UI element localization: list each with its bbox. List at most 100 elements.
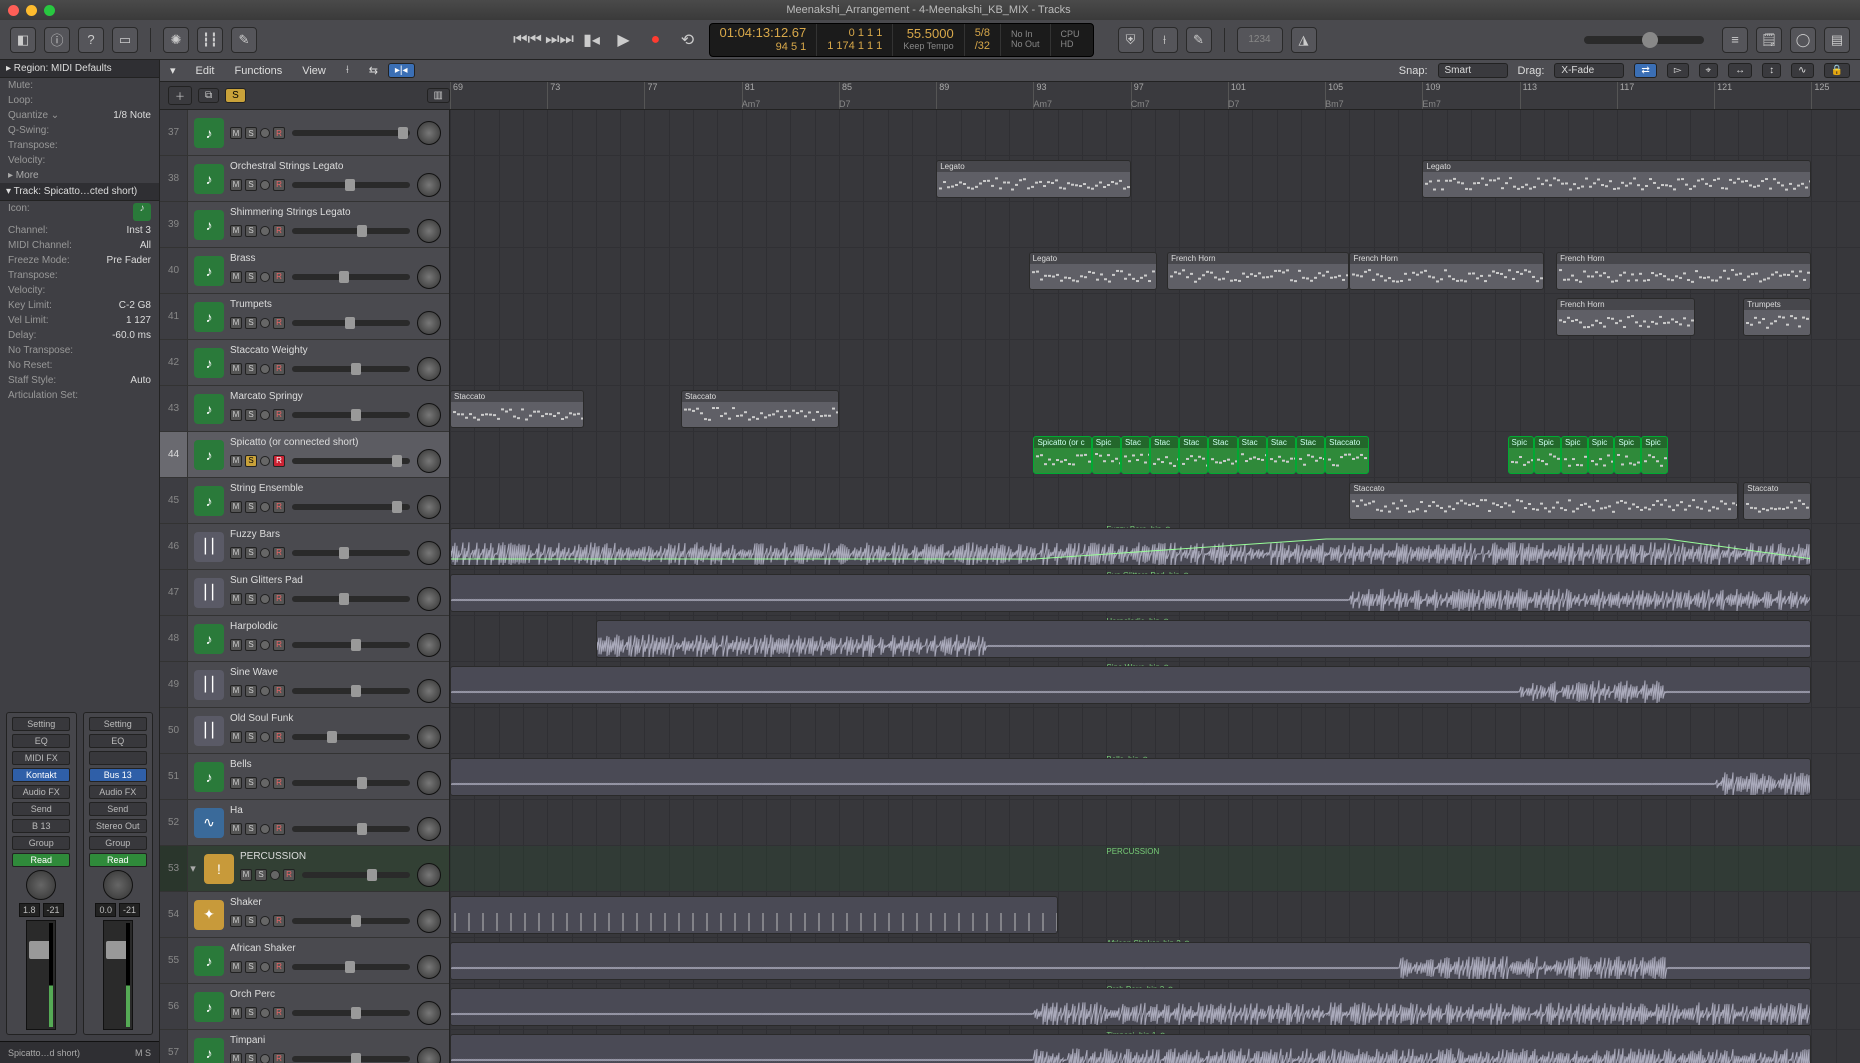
track-header[interactable]: 51 ♪ Bells M S R xyxy=(160,754,449,800)
track-volume-slider[interactable] xyxy=(292,412,410,418)
chs2-setting[interactable]: Setting xyxy=(89,717,147,731)
mute-button[interactable]: M xyxy=(230,547,242,559)
mute-button[interactable]: M xyxy=(230,271,242,283)
chs-midifx[interactable]: MIDI FX xyxy=(12,751,70,765)
replace-button[interactable]: ⛨ xyxy=(1118,27,1144,53)
automation-toggle[interactable]: ⟊ xyxy=(336,64,359,77)
inspector-row[interactable]: Transpose: xyxy=(0,268,159,283)
track-header[interactable]: 39 ♪ Shimmering Strings Legato M S R xyxy=(160,202,449,248)
tool-right[interactable]: ⌖ xyxy=(1699,63,1719,78)
edit-menu[interactable]: Edit xyxy=(186,65,225,77)
record-enable-button[interactable]: R xyxy=(273,271,285,283)
inspector-row[interactable]: Velocity: xyxy=(0,283,159,298)
mixer-button[interactable]: ┇┇ xyxy=(197,27,223,53)
ruler-bar[interactable]: 113 xyxy=(1520,82,1537,109)
track-icon[interactable]: ♪ xyxy=(194,210,224,240)
chs2-midifx[interactable] xyxy=(89,751,147,765)
record-enable-button[interactable]: R xyxy=(273,409,285,421)
track-header[interactable]: 42 ♪ Staccato Weighty M S R xyxy=(160,340,449,386)
region[interactable]: French Horn xyxy=(1167,252,1349,290)
inspector-row[interactable]: Staff Style:Auto xyxy=(0,373,159,388)
inspector-row[interactable]: Channel:Inst 3 xyxy=(0,223,159,238)
chs-audiofx[interactable]: Audio FX xyxy=(12,785,70,799)
chs2-fader[interactable] xyxy=(103,920,133,1030)
solo-button[interactable]: S xyxy=(245,409,257,421)
freeze-icon[interactable] xyxy=(270,870,280,880)
solo-button[interactable]: S xyxy=(245,1053,257,1063)
region[interactable]: Spic xyxy=(1534,436,1561,474)
track-icon[interactable]: ♪ xyxy=(194,486,224,516)
track-lane[interactable] xyxy=(450,202,1860,248)
inspector-row[interactable]: Loop: xyxy=(0,93,159,108)
chs-db[interactable]: -21 xyxy=(43,903,64,917)
ruler-bar[interactable]: 121 xyxy=(1714,82,1732,109)
record-enable-button[interactable]: R xyxy=(273,127,285,139)
track-pan-knob[interactable] xyxy=(417,679,441,703)
track-name[interactable]: Ha xyxy=(230,805,445,816)
bar-ruler[interactable]: 6973778185899397101105109113117121125Am7… xyxy=(450,82,1860,110)
track-header-menu-toggle[interactable]: ▾ xyxy=(160,64,186,77)
track-pan-knob[interactable] xyxy=(417,219,441,243)
chs-instrument[interactable]: Kontakt xyxy=(12,768,70,782)
tool-left[interactable]: ▻ xyxy=(1667,63,1689,78)
add-track-button[interactable]: ＋ xyxy=(168,86,192,105)
track-name[interactable]: String Ensemble xyxy=(230,483,445,494)
record-enable-button[interactable]: R xyxy=(273,547,285,559)
solo-button[interactable]: S xyxy=(245,127,257,139)
rewind-button[interactable]: ⏮⏮ xyxy=(515,27,541,53)
quick-help-button[interactable]: ? xyxy=(78,27,104,53)
record-enable-button[interactable]: R xyxy=(283,869,295,881)
snap-mode[interactable]: Smart xyxy=(1438,63,1508,78)
track-icon[interactable]: ⎮⎮ xyxy=(194,578,224,608)
arrange-area[interactable]: Legato Legato Legato French Horn French … xyxy=(450,110,1860,1063)
region[interactable]: Spic xyxy=(1614,436,1641,474)
chs-pan-val[interactable]: 1.8 xyxy=(19,903,40,917)
solo-button[interactable]: S xyxy=(245,363,257,375)
freeze-icon[interactable] xyxy=(260,180,270,190)
solo-button[interactable]: S xyxy=(255,869,267,881)
inspector-row[interactable]: Mute: xyxy=(0,78,159,93)
browser-button[interactable]: ▤ xyxy=(1824,27,1850,53)
region[interactable] xyxy=(596,620,1812,658)
solo-button[interactable]: S xyxy=(245,593,257,605)
record-enable-button[interactable]: R xyxy=(273,1053,285,1063)
chs-send[interactable]: Send xyxy=(12,802,70,816)
chs-eq[interactable]: EQ xyxy=(12,734,70,748)
track-pan-knob[interactable] xyxy=(417,633,441,657)
waveform-zoom[interactable]: ∿ xyxy=(1791,63,1813,78)
loop-browser-button[interactable]: ◯ xyxy=(1790,27,1816,53)
count-in-button[interactable]: 1234 xyxy=(1237,27,1283,53)
mute-button[interactable]: M xyxy=(230,179,242,191)
track-volume-slider[interactable] xyxy=(302,872,410,878)
record-enable-button[interactable]: R xyxy=(273,179,285,191)
mute-button[interactable]: M xyxy=(230,777,242,789)
freeze-icon[interactable] xyxy=(260,916,270,926)
track-volume-slider[interactable] xyxy=(292,1056,410,1062)
track-icon[interactable]: ♪ xyxy=(194,118,224,148)
record-enable-button[interactable]: R xyxy=(273,455,285,467)
track-icon[interactable]: ♪ xyxy=(194,946,224,976)
inspector-row[interactable]: Transpose: xyxy=(0,138,159,153)
metronome-button[interactable]: ◮ xyxy=(1291,27,1317,53)
track-icon[interactable]: ✦ xyxy=(194,900,224,930)
lcd-io-bot[interactable]: No Out xyxy=(1011,40,1040,50)
record-enable-button[interactable]: R xyxy=(273,731,285,743)
track-pan-knob[interactable] xyxy=(417,909,441,933)
window-controls[interactable] xyxy=(8,5,55,16)
track-icon[interactable]: ! xyxy=(204,854,234,884)
lcd-bars[interactable]: 94 5 1 xyxy=(720,41,807,53)
cycle-button[interactable]: ⟲ xyxy=(675,27,701,53)
freeze-icon[interactable] xyxy=(260,824,270,834)
region[interactable]: Staccato xyxy=(1349,482,1738,520)
track-icon[interactable]: ♪ xyxy=(194,164,224,194)
region[interactable]: Spicatto (or c xyxy=(1033,436,1091,474)
track-icon[interactable]: ♪ xyxy=(194,394,224,424)
ruler-bar[interactable]: 77 xyxy=(644,82,657,109)
inspector-row[interactable]: No Transpose: xyxy=(0,343,159,358)
lcd-beats-bot[interactable]: 1 174 1 1 1 xyxy=(827,40,882,52)
lcd-sig-bot[interactable]: /32 xyxy=(975,40,990,52)
mute-button[interactable]: M xyxy=(230,1007,242,1019)
track-header[interactable]: 37 ♪ M S R xyxy=(160,110,449,156)
track-volume-slider[interactable] xyxy=(292,596,410,602)
solo-button[interactable]: S xyxy=(245,1007,257,1019)
